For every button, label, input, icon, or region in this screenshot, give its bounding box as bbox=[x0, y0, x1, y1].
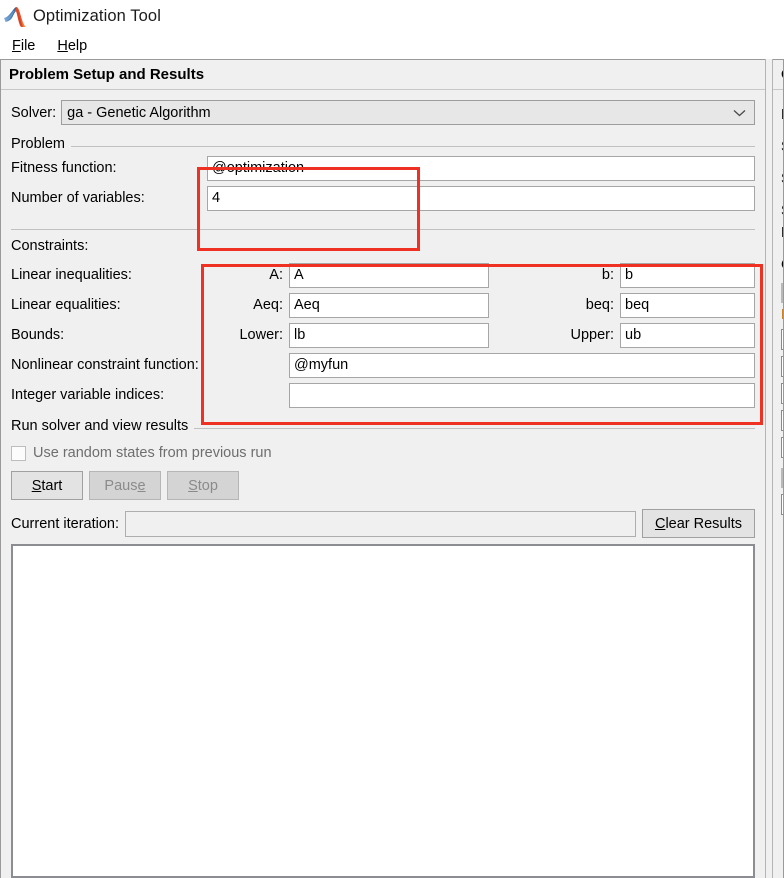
solver-buttons-row: Start Pause Stop bbox=[11, 471, 755, 500]
fitness-function-input[interactable]: @optimization bbox=[207, 155, 755, 181]
right-clipped-line-5: O bbox=[781, 257, 783, 273]
problem-group: Problem Fitness function: @optimization … bbox=[11, 136, 755, 215]
window-title: Optimization Tool bbox=[33, 7, 161, 25]
stop-button: Stop bbox=[167, 471, 239, 500]
integer-variable-indices-input[interactable] bbox=[289, 382, 755, 408]
integer-variable-indices-row: Integer variable indices: bbox=[11, 382, 755, 408]
chevron-down-icon bbox=[733, 105, 746, 121]
title-bar: Optimization Tool bbox=[0, 0, 784, 33]
right-group-band-2 bbox=[781, 468, 783, 488]
pause-button: Pause bbox=[89, 471, 161, 500]
right-clipped-line-2: S bbox=[781, 171, 783, 187]
left-panel-body: Solver: ga - Genetic Algorithm Problem F… bbox=[1, 90, 765, 878]
constraints-title: Constraints: bbox=[11, 238, 89, 254]
nonlinear-constraint-input[interactable]: @myfun bbox=[289, 352, 755, 378]
constraints-group: Constraints: Linear inequalities: A: A b… bbox=[11, 229, 755, 412]
bounds-label: Bounds: bbox=[11, 327, 65, 343]
current-iteration-row: Current iteration: Clear Results bbox=[11, 509, 755, 538]
number-of-variables-row: Number of variables: 4 bbox=[11, 185, 755, 211]
integer-variable-indices-label: Integer variable indices: bbox=[11, 387, 165, 403]
beq-input[interactable]: beq bbox=[620, 292, 755, 318]
fitness-function-label: Fitness function: bbox=[11, 160, 117, 176]
matlab-membrane-icon bbox=[4, 6, 28, 28]
constraints-title-row: Constraints: bbox=[11, 234, 755, 258]
bounds-row: Bounds: Lower: lb Upper: ub bbox=[11, 322, 755, 348]
solver-row: Solver: ga - Genetic Algorithm bbox=[11, 100, 755, 125]
run-solver-group-title: Run solver and view results bbox=[11, 418, 195, 434]
solver-selected-value: ga - Genetic Algorithm bbox=[67, 104, 211, 121]
start-button[interactable]: Start bbox=[11, 471, 83, 500]
right-clipped-line-3: S bbox=[781, 203, 783, 219]
linear-inequalities-label: Linear inequalities: bbox=[11, 267, 132, 283]
linear-equalities-row: Linear equalities: Aeq: Aeq beq: beq bbox=[11, 292, 755, 318]
right-clipped-line-6: P bbox=[781, 307, 783, 323]
clear-results-button[interactable]: Clear Results bbox=[641, 509, 755, 538]
fitness-function-row: Fitness function: @optimization bbox=[11, 155, 755, 181]
random-states-label: Use random states from previous run bbox=[33, 445, 272, 461]
aeq-label: Aeq: bbox=[253, 297, 283, 313]
right-panel-body: P S S S P O P bbox=[773, 90, 783, 515]
options-panel: O P S S S P O P bbox=[773, 59, 784, 878]
current-iteration-label: Current iteration: bbox=[11, 515, 119, 532]
upper-label: Upper: bbox=[570, 327, 614, 343]
right-clipped-line-0: P bbox=[781, 107, 783, 123]
run-solver-group: Run solver and view results Use random s… bbox=[11, 418, 755, 878]
lower-label: Lower: bbox=[239, 327, 283, 343]
panel-splitter[interactable] bbox=[765, 59, 773, 878]
left-panel-header: Problem Setup and Results bbox=[1, 60, 765, 90]
right-group-band-1 bbox=[781, 283, 783, 303]
menu-item-help[interactable]: Help bbox=[55, 37, 89, 55]
right-clipped-line-4: P bbox=[781, 225, 783, 241]
nonlinear-constraint-row: Nonlinear constraint function: @myfun bbox=[11, 352, 755, 378]
lower-bound-input[interactable]: lb bbox=[289, 322, 489, 348]
random-states-checkbox-row[interactable]: Use random states from previous run bbox=[11, 439, 755, 467]
problem-setup-panel: Problem Setup and Results Solver: ga - G… bbox=[0, 59, 765, 878]
a-label: A: bbox=[269, 267, 283, 283]
current-iteration-field bbox=[125, 510, 636, 537]
right-clipped-line-1: S bbox=[781, 139, 783, 155]
number-of-variables-input[interactable]: 4 bbox=[207, 185, 755, 211]
a-input[interactable]: A bbox=[289, 262, 489, 288]
menu-bar: File Help bbox=[0, 33, 784, 59]
solver-dropdown[interactable]: ga - Genetic Algorithm bbox=[61, 100, 755, 125]
results-text-area[interactable] bbox=[11, 544, 755, 878]
upper-bound-input[interactable]: ub bbox=[620, 322, 755, 348]
menu-item-file[interactable]: File bbox=[10, 37, 37, 55]
problem-group-title: Problem bbox=[11, 136, 71, 152]
beq-label: beq: bbox=[585, 297, 614, 313]
random-states-checkbox[interactable] bbox=[11, 445, 26, 461]
linear-equalities-label: Linear equalities: bbox=[11, 297, 121, 313]
b-label: b: bbox=[601, 267, 614, 283]
number-of-variables-label: Number of variables: bbox=[11, 190, 145, 206]
aeq-input[interactable]: Aeq bbox=[289, 292, 489, 318]
right-panel-header: O bbox=[773, 60, 783, 90]
b-input[interactable]: b bbox=[620, 262, 755, 288]
main-split: Problem Setup and Results Solver: ga - G… bbox=[0, 59, 784, 878]
linear-inequalities-row: Linear inequalities: A: A b: b bbox=[11, 262, 755, 288]
solver-label: Solver: bbox=[11, 104, 57, 121]
nonlinear-constraint-label: Nonlinear constraint function: bbox=[11, 357, 199, 373]
